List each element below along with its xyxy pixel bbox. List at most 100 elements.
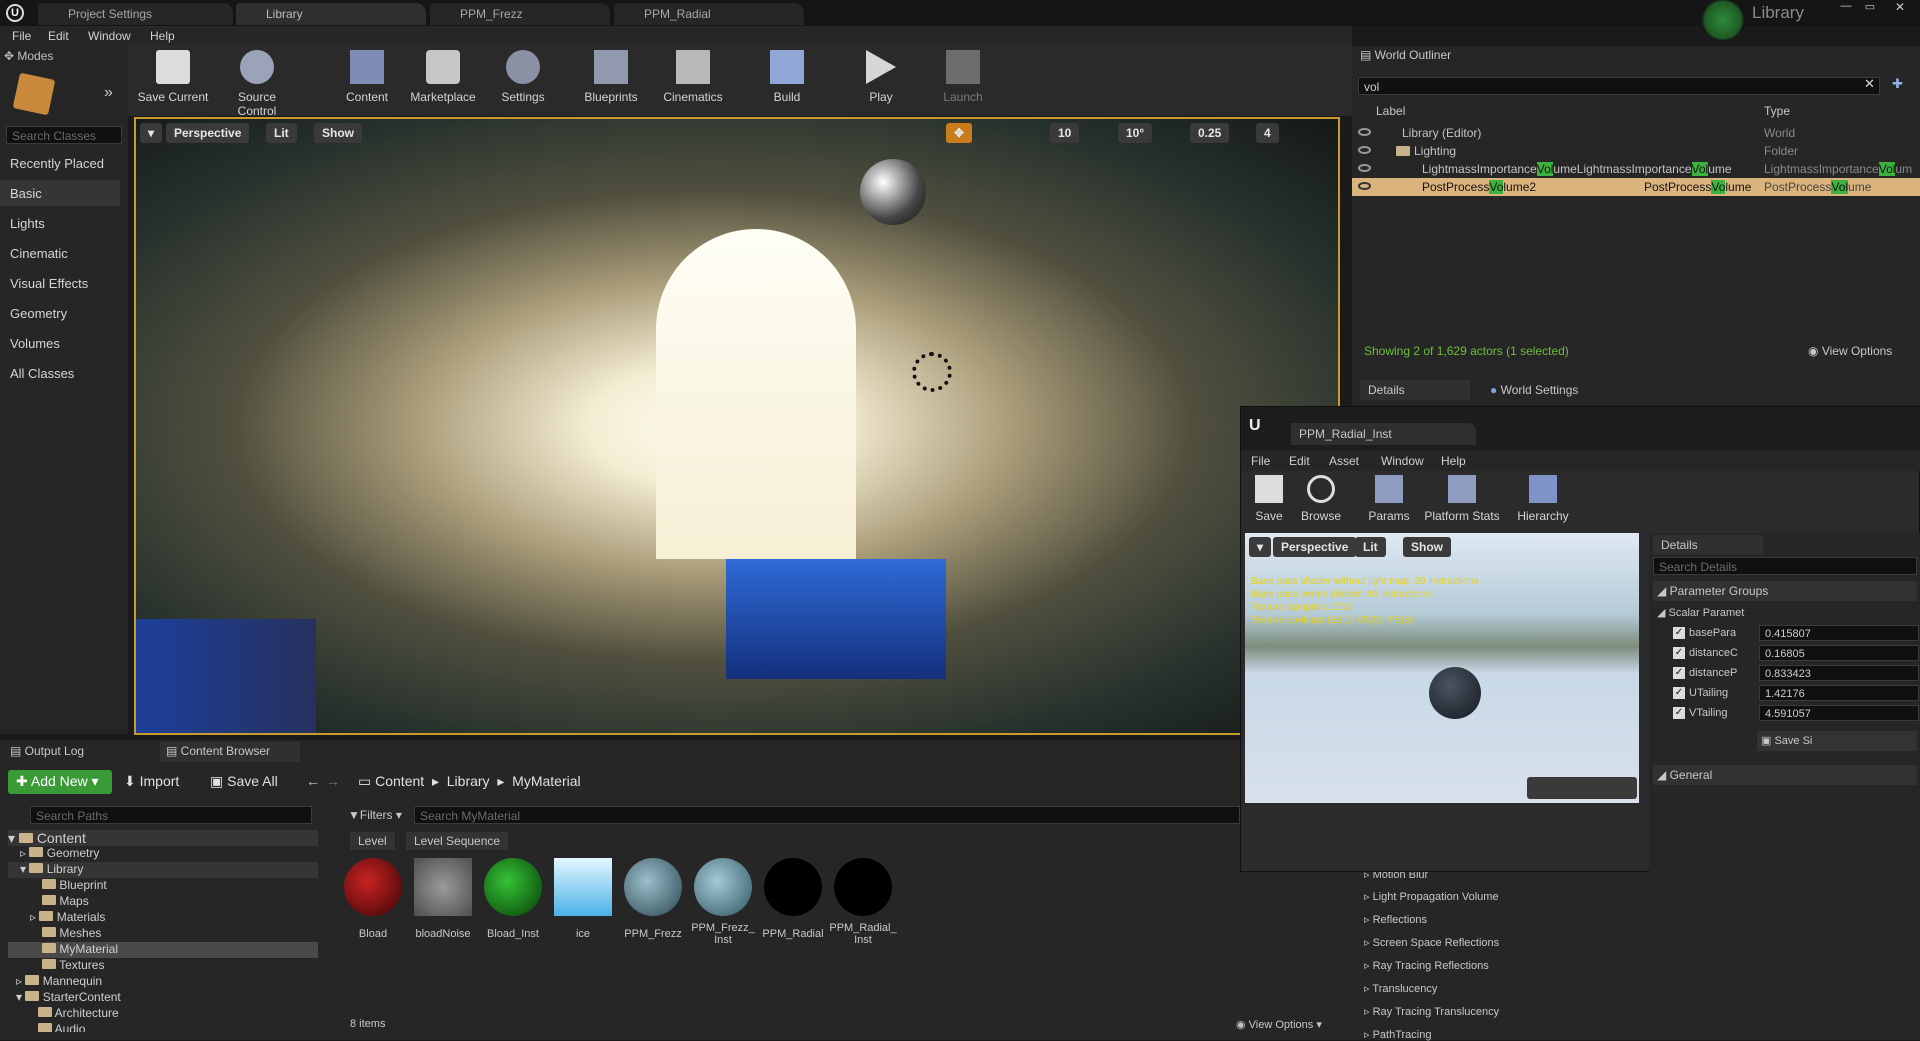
column-label-header[interactable]: Label bbox=[1376, 104, 1405, 118]
world-settings-tab[interactable]: ● World Settings bbox=[1482, 380, 1612, 400]
history-forward-icon[interactable]: → bbox=[326, 773, 340, 789]
place-mode-icon[interactable] bbox=[12, 72, 56, 116]
search-details-input[interactable]: Search Details bbox=[1653, 557, 1917, 575]
launch-button[interactable]: Launch bbox=[924, 50, 1002, 104]
tree-architecture[interactable]: Architecture bbox=[8, 1006, 318, 1022]
category-all-classes[interactable]: All Classes bbox=[0, 360, 120, 386]
column-type-header[interactable]: Type bbox=[1764, 104, 1790, 118]
tree-blueprint[interactable]: Blueprint bbox=[8, 878, 318, 894]
params-button[interactable]: Params bbox=[1361, 475, 1417, 523]
modes-tab[interactable]: ✥ Modes bbox=[4, 49, 124, 67]
history-back-icon[interactable]: ← bbox=[306, 773, 320, 789]
translate-mode-icon[interactable]: ✥ bbox=[946, 123, 973, 143]
param-checkbox[interactable]: ✓ bbox=[1673, 687, 1685, 699]
content-view-options[interactable]: ◉ View Options ▾ bbox=[1236, 1018, 1322, 1031]
category-volumes[interactable]: Volumes bbox=[0, 330, 120, 356]
filter-chip-level-sequence[interactable]: Level Sequence bbox=[406, 832, 509, 850]
param-checkbox[interactable]: ✓ bbox=[1673, 707, 1685, 719]
lit-button[interactable]: Lit bbox=[266, 123, 297, 143]
param-value-input[interactable]: 0.833423 bbox=[1759, 665, 1919, 681]
filters-button[interactable]: ▼Filters ▾ bbox=[348, 808, 402, 822]
section-ssr[interactable]: ▹ Screen Space Reflections bbox=[1364, 936, 1499, 949]
play-button[interactable]: Play bbox=[842, 50, 920, 104]
preview-menu-button[interactable]: ▾ bbox=[1249, 537, 1272, 557]
scalar-parameters-header[interactable]: ◢ Scalar Paramet bbox=[1653, 603, 1748, 622]
editor-menu-help[interactable]: Help bbox=[1441, 454, 1466, 468]
menu-window[interactable]: Window bbox=[88, 29, 131, 43]
tree-mymaterial[interactable]: MyMaterial bbox=[8, 942, 318, 958]
preview-show-button[interactable]: Show bbox=[1403, 537, 1451, 557]
editor-menu-window[interactable]: Window bbox=[1381, 454, 1424, 468]
minimize-button[interactable]: — bbox=[1834, 0, 1858, 14]
param-value-input[interactable]: 0.16805 bbox=[1759, 645, 1919, 661]
editor-menu-file[interactable]: File bbox=[1251, 454, 1270, 468]
section-translucency[interactable]: ▹ Translucency bbox=[1364, 982, 1437, 995]
browse-button[interactable]: Browse bbox=[1293, 475, 1349, 523]
editor-save-button[interactable]: Save bbox=[1241, 475, 1297, 523]
preview-viewport[interactable]: ▾ Perspective Lit Show Base pass shader … bbox=[1245, 533, 1639, 803]
search-assets-input[interactable]: Search MyMaterial bbox=[414, 806, 1240, 824]
settings-button[interactable]: Settings bbox=[484, 50, 562, 104]
visibility-eye-icon[interactable] bbox=[1358, 164, 1371, 172]
category-geometry[interactable]: Geometry bbox=[0, 300, 120, 326]
param-value-input[interactable]: 0.415807 bbox=[1759, 625, 1919, 641]
category-basic[interactable]: Basic bbox=[0, 180, 120, 206]
tab-ppm-frezz[interactable]: PPM_Frezz bbox=[430, 3, 610, 25]
section-rt-translucency[interactable]: ▹ Ray Tracing Translucency bbox=[1364, 1005, 1499, 1018]
parameter-groups-header[interactable]: ◢ Parameter Groups bbox=[1653, 581, 1917, 601]
content-button[interactable]: Content bbox=[328, 50, 406, 104]
category-visual-effects[interactable]: Visual Effects bbox=[0, 270, 120, 296]
perspective-button[interactable]: Perspective bbox=[166, 123, 250, 143]
section-reflections[interactable]: ▹ Reflections bbox=[1364, 913, 1427, 926]
editor-menu-edit[interactable]: Edit bbox=[1289, 454, 1310, 468]
blueprints-button[interactable]: Blueprints bbox=[572, 50, 650, 104]
asset-ice[interactable]: ice bbox=[554, 858, 618, 940]
tree-textures[interactable]: Textures bbox=[8, 958, 318, 974]
save-all-button[interactable]: ▣ Save All bbox=[210, 773, 278, 790]
tab-ppm-radial[interactable]: PPM_Radial bbox=[614, 3, 804, 25]
tree-startercontent[interactable]: ▾ StarterContent bbox=[8, 990, 318, 1006]
menu-edit[interactable]: Edit bbox=[48, 29, 69, 43]
save-sibling-button[interactable]: ▣ Save Si bbox=[1757, 731, 1917, 751]
param-value-input[interactable]: 4.591057 bbox=[1759, 705, 1919, 721]
category-cinematic[interactable]: Cinematic bbox=[0, 240, 120, 266]
tree-audio[interactable]: Audio bbox=[8, 1022, 318, 1032]
build-button[interactable]: Build bbox=[748, 50, 826, 104]
visibility-eye-icon[interactable] bbox=[1358, 146, 1371, 154]
tab-project-settings[interactable]: Project Settings bbox=[38, 3, 233, 25]
editor-menu-asset[interactable]: Asset bbox=[1329, 454, 1359, 468]
category-recently-placed[interactable]: Recently Placed bbox=[0, 150, 120, 176]
maximize-button[interactable]: ▭ bbox=[1858, 0, 1882, 14]
cinematics-button[interactable]: Cinematics bbox=[654, 50, 732, 104]
add-new-button[interactable]: ✚ Add New ▾ bbox=[8, 770, 112, 794]
grid-snap-value[interactable]: 10 bbox=[1050, 123, 1080, 143]
asset-ppm-frezz[interactable]: PPM_Frezz bbox=[624, 858, 688, 940]
platform-stats-button[interactable]: Platform Stats bbox=[1417, 475, 1507, 523]
breadcrumb-mymaterial[interactable]: MyMaterial bbox=[512, 773, 580, 789]
rotation-snap-value[interactable]: 10° bbox=[1118, 123, 1153, 143]
tree-meshes[interactable]: Meshes bbox=[8, 926, 318, 942]
hierarchy-button[interactable]: Hierarchy bbox=[1507, 475, 1579, 523]
asset-ppm-radial[interactable]: PPM_Radial bbox=[762, 858, 828, 940]
tree-geometry[interactable]: ▹ Geometry bbox=[8, 846, 318, 862]
tree-maps[interactable]: Maps bbox=[8, 894, 318, 910]
general-header[interactable]: ◢ General bbox=[1653, 765, 1917, 785]
param-checkbox[interactable]: ✓ bbox=[1673, 627, 1685, 639]
preview-perspective-button[interactable]: Perspective bbox=[1273, 537, 1357, 557]
visibility-eye-icon[interactable] bbox=[1358, 128, 1371, 136]
section-rt-reflections[interactable]: ▹ Ray Tracing Reflections bbox=[1364, 959, 1489, 972]
asset-bloadnoise[interactable]: bloadNoise bbox=[414, 858, 478, 940]
tree-materials[interactable]: ▹ Materials bbox=[8, 910, 318, 926]
preview-shape-buttons[interactable] bbox=[1527, 777, 1637, 799]
section-light-propagation[interactable]: ▹ Light Propagation Volume bbox=[1364, 890, 1499, 903]
sphere-reflection-icon[interactable] bbox=[860, 159, 926, 225]
menu-help[interactable]: Help bbox=[150, 29, 175, 43]
asset-ppm-frezz-inst[interactable]: PPM_Frezz_ Inst bbox=[691, 858, 758, 946]
outliner-row-postprocess[interactable]: PostProcessVolume2 PostProcessVolume Pos… bbox=[1352, 178, 1920, 196]
details-tab[interactable]: Details bbox=[1360, 380, 1470, 400]
ppm-radial-inst-tab[interactable]: PPM_Radial_Inst bbox=[1291, 423, 1476, 445]
camera-speed-value[interactable]: 4 bbox=[1256, 123, 1279, 143]
level-viewport[interactable]: ▾ Perspective Lit Show ✥ 10 10° 0.25 4 bbox=[134, 117, 1340, 735]
asset-bload-inst[interactable]: Bload_Inst bbox=[484, 858, 548, 940]
asset-ppm-radial-inst[interactable]: PPM_Radial_ Inst bbox=[829, 858, 898, 946]
